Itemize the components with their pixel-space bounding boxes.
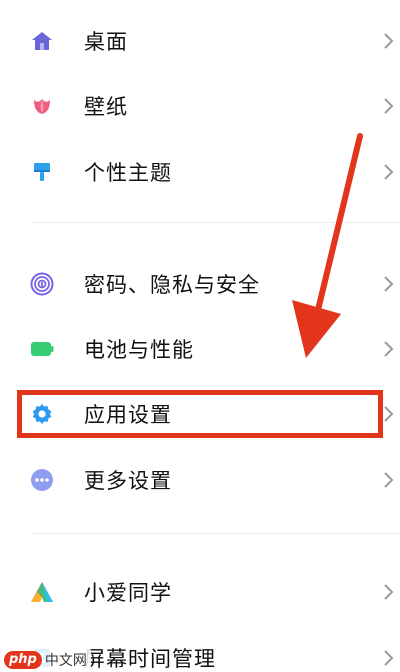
- settings-item-label: 密码、隐私与安全: [84, 273, 260, 297]
- chevron-right-icon: [384, 276, 394, 292]
- highlight-box: [17, 390, 383, 438]
- more-dots-icon: [30, 468, 54, 492]
- flower-icon: [30, 94, 54, 118]
- home-icon: [30, 29, 54, 53]
- chevron-right-icon: [384, 33, 394, 49]
- settings-item-more-settings[interactable]: 更多设置: [0, 448, 400, 512]
- xiaoai-icon: [30, 580, 54, 604]
- fingerprint-icon: [30, 272, 54, 296]
- settings-screen: 桌面 壁纸 个性主题 密码、隐私与安全 电池与性能 应用设置 更多设置 小爱同学…: [0, 0, 400, 672]
- chevron-right-icon: [384, 164, 394, 180]
- settings-item-privacy-security[interactable]: 密码、隐私与安全: [0, 252, 400, 316]
- settings-item-label: 桌面: [84, 30, 128, 54]
- chevron-right-icon: [384, 98, 394, 114]
- chevron-right-icon: [384, 584, 394, 600]
- settings-item-battery-performance[interactable]: 电池与性能: [0, 317, 400, 381]
- settings-item-label: 更多设置: [84, 469, 172, 493]
- settings-item-label: 小爱同学: [84, 581, 172, 605]
- watermark-logo: php: [4, 651, 42, 669]
- watermark-text: 中文网: [44, 653, 87, 669]
- section-divider: [32, 533, 400, 534]
- settings-item-label: 壁纸: [84, 95, 128, 119]
- settings-item-desktop[interactable]: 桌面: [0, 9, 400, 73]
- settings-item-wallpaper[interactable]: 壁纸: [0, 74, 400, 138]
- settings-item-label: 电池与性能: [84, 338, 194, 362]
- settings-item-label: 屏幕时间管理: [84, 647, 216, 671]
- settings-item-xiaoai[interactable]: 小爱同学: [0, 560, 400, 624]
- chevron-right-icon: [384, 472, 394, 488]
- watermark: php 中文网: [2, 648, 91, 672]
- settings-item-label: 个性主题: [84, 161, 172, 185]
- brush-icon: [30, 160, 54, 184]
- section-divider: [32, 222, 400, 223]
- battery-icon: [30, 337, 54, 361]
- chevron-right-icon: [384, 406, 394, 422]
- settings-item-themes[interactable]: 个性主题: [0, 140, 400, 204]
- chevron-right-icon: [384, 650, 394, 666]
- chevron-right-icon: [384, 341, 394, 357]
